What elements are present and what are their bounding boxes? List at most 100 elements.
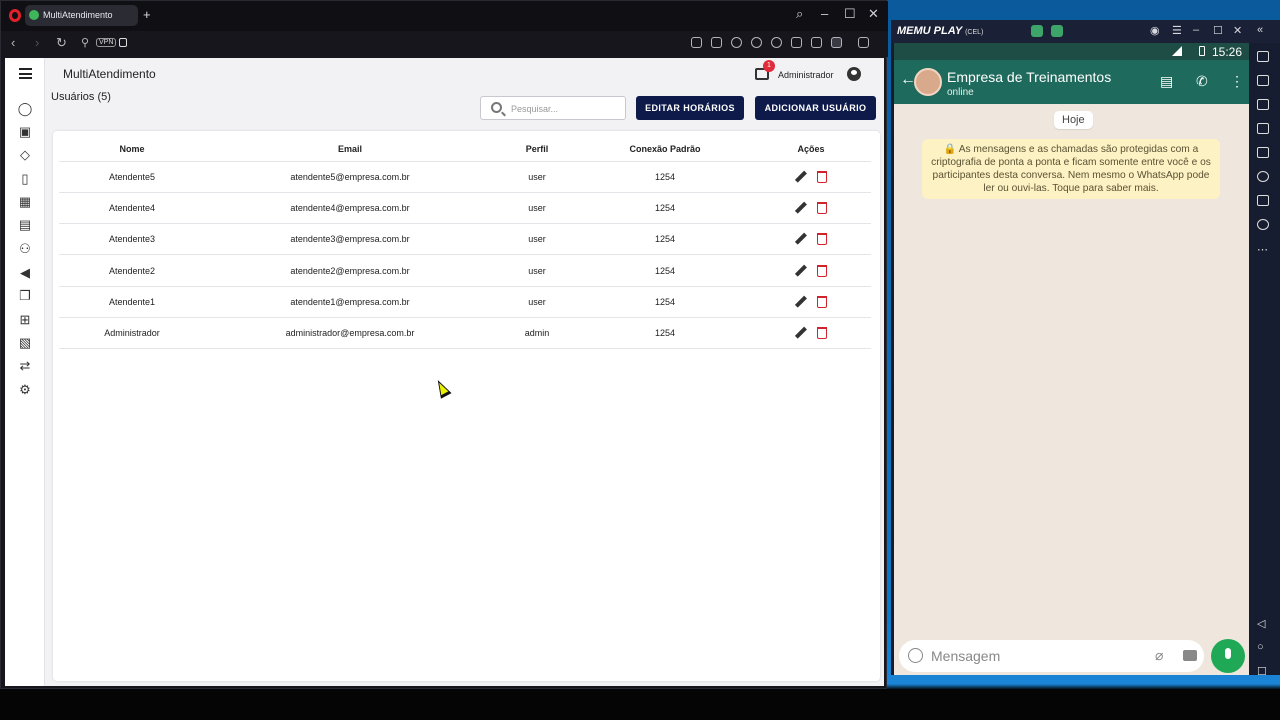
account-icon[interactable]	[847, 67, 861, 81]
chat-icon[interactable]: ▤	[17, 217, 33, 233]
heart-icon[interactable]	[771, 37, 782, 48]
chat-contact-name[interactable]: Empresa de Treinamentos	[947, 69, 1111, 85]
easy-setup-icon[interactable]	[811, 37, 822, 48]
delete-icon[interactable]	[817, 170, 827, 183]
delete-icon[interactable]	[817, 201, 827, 214]
emoji-icon[interactable]	[908, 648, 923, 663]
app-content: ◯ ▣ ◇ ▯ ▦ ▤ ⚇ ◀ ❐ ⊞ ▧ ⇄ ⚙ MultiAtendimen…	[5, 58, 884, 686]
attach-icon[interactable]: ⌀	[1155, 647, 1163, 664]
phone-screen: 15:26 ← Empresa de Treinamentos online ▤…	[894, 43, 1249, 675]
browser-search-icon[interactable]: ⌕	[796, 6, 803, 22]
col-name[interactable]: Nome	[59, 137, 205, 162]
queue-icon[interactable]: ❐	[17, 288, 33, 304]
emulator-minimize-icon[interactable]: –	[1193, 24, 1199, 36]
edit-icon[interactable]	[795, 171, 807, 183]
maximize-icon[interactable]: ☐	[844, 6, 856, 22]
contact-avatar[interactable]	[914, 68, 942, 96]
delete-icon[interactable]	[817, 233, 827, 246]
bookmark-icon[interactable]: ▯	[17, 171, 33, 187]
back-icon[interactable]: ‹	[11, 35, 15, 50]
minimize-icon[interactable]: –	[821, 6, 828, 21]
user-name[interactable]: Administrador	[778, 70, 834, 80]
dashboard-icon[interactable]: ▧	[17, 335, 33, 351]
camera-icon[interactable]	[1183, 650, 1197, 661]
extensions-icon[interactable]	[858, 37, 869, 48]
delete-icon[interactable]	[817, 327, 827, 340]
shield-icon[interactable]	[731, 37, 742, 48]
calendar-icon[interactable]: ▦	[17, 194, 33, 210]
new-tab-icon[interactable]: +	[143, 7, 151, 22]
settings-icon[interactable]: ⚙	[17, 382, 33, 398]
more-icon[interactable]: ⋯	[1257, 243, 1268, 256]
user-name-cell: Atendente2	[59, 254, 205, 287]
vpn-badge[interactable]: VPN	[96, 38, 117, 47]
users-icon[interactable]: ⚇	[5, 236, 41, 262]
folder-icon[interactable]	[1257, 195, 1269, 206]
contacts-icon[interactable]: ▣	[17, 124, 33, 140]
emulator-settings-icon[interactable]	[1257, 219, 1269, 230]
message-input[interactable]	[931, 646, 1141, 666]
delete-icon[interactable]	[817, 264, 827, 277]
actions-cell	[751, 161, 871, 193]
volume-down-icon[interactable]	[1257, 147, 1269, 158]
opera-logo-icon[interactable]	[9, 9, 21, 22]
forward-icon[interactable]: ›	[35, 35, 39, 50]
browser-tab-multiatendimento[interactable]: MultiAtendimento	[25, 5, 138, 26]
close-icon[interactable]: ✕	[868, 6, 879, 22]
browser-tab-bar: MultiAtendimento + ⌕ – ☐ ✕	[1, 1, 888, 31]
emulator-menu-icon[interactable]: ☰	[1172, 24, 1182, 37]
location-icon[interactable]	[1257, 171, 1269, 182]
users-table: Nome Email Perfil Conexão Padrão Ações A…	[59, 137, 871, 350]
user-email-cell: administrador@empresa.com.br	[205, 317, 495, 350]
apk-icon[interactable]	[1257, 75, 1269, 86]
tag-icon[interactable]: ◇	[17, 147, 33, 163]
android-home-icon[interactable]: ○	[1257, 641, 1264, 653]
megaphone-icon[interactable]: ◀	[17, 265, 33, 281]
multi-window-icon[interactable]	[1257, 99, 1269, 110]
app-shortcut-icon[interactable]	[1031, 25, 1043, 37]
emulator-account-icon[interactable]: ◉	[1150, 24, 1160, 37]
android-recents-icon[interactable]: ☐	[1257, 665, 1267, 678]
edit-page-icon[interactable]	[691, 37, 702, 48]
user-email-cell: atendente5@empresa.com.br	[205, 161, 495, 193]
edit-hours-button[interactable]: EDITAR HORÁRIOS	[636, 96, 744, 120]
col-connection[interactable]: Conexão Padrão	[579, 137, 751, 162]
actions-cell	[751, 286, 871, 318]
menu-icon[interactable]	[19, 68, 32, 79]
whatsapp-shortcut-icon[interactable]	[1051, 25, 1063, 37]
emulator-close-icon[interactable]: ✕	[1233, 24, 1242, 37]
edit-icon[interactable]	[795, 296, 807, 308]
url-search-icon[interactable]: ⚲	[81, 36, 89, 49]
search-input[interactable]	[511, 101, 621, 116]
call-add-icon[interactable]: ✆	[1196, 73, 1208, 90]
reload-icon[interactable]: ↻	[56, 35, 67, 51]
store-icon[interactable]: ▤	[1160, 73, 1173, 90]
edit-icon[interactable]	[795, 265, 807, 277]
search-field[interactable]	[480, 96, 626, 120]
profile-icon[interactable]	[831, 37, 842, 48]
download-icon[interactable]	[791, 37, 802, 48]
keyboard-icon[interactable]	[1257, 51, 1269, 62]
edit-icon[interactable]	[795, 233, 807, 245]
player-icon[interactable]	[751, 37, 762, 48]
edit-icon[interactable]	[795, 327, 807, 339]
emulator-maximize-icon[interactable]: ☐	[1213, 24, 1223, 37]
add-user-button[interactable]: ADICIONAR USUÁRIO	[755, 96, 876, 120]
actions-cell	[751, 223, 871, 256]
emulator-collapse-icon[interactable]: «	[1257, 24, 1263, 36]
col-profile[interactable]: Perfil	[495, 137, 579, 162]
android-back-icon[interactable]: ◁	[1257, 617, 1265, 630]
encryption-notice[interactable]: 🔒 As mensagens e as chamadas são protegi…	[922, 139, 1220, 199]
microphone-button[interactable]	[1211, 639, 1245, 673]
flow-icon[interactable]: ⊞	[17, 312, 33, 328]
col-email[interactable]: Email	[205, 137, 495, 162]
whatsapp-icon[interactable]: ◯	[17, 101, 33, 117]
user-connection-cell: 1254	[579, 223, 751, 256]
volume-up-icon[interactable]	[1257, 123, 1269, 134]
snapshot-icon[interactable]	[711, 37, 722, 48]
lock-icon[interactable]	[119, 38, 127, 47]
transfer-icon[interactable]: ⇄	[17, 358, 33, 374]
kebab-menu-icon[interactable]: ⋮	[1230, 73, 1244, 90]
edit-icon[interactable]	[795, 202, 807, 214]
delete-icon[interactable]	[817, 295, 827, 308]
